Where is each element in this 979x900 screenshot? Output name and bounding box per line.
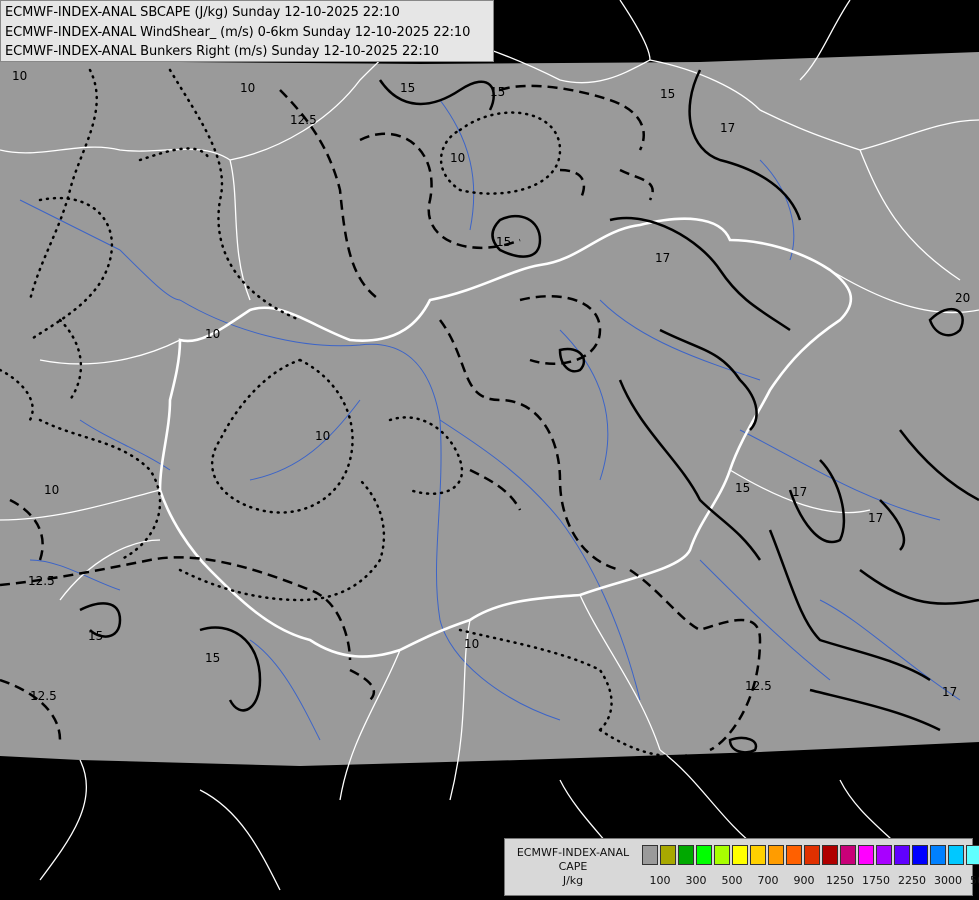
contour-label: 17 xyxy=(942,685,957,699)
contour-label: 17 xyxy=(792,485,807,499)
contour-label: 10 xyxy=(240,81,255,95)
legend-swatch xyxy=(912,845,928,865)
legend-title: ECMWF-INDEX-ANAL xyxy=(516,846,630,859)
contour-label: 17 xyxy=(720,121,735,135)
title-line-bunkers: ECMWF-INDEX-ANAL Bunkers Right (m/s) Sun… xyxy=(5,44,439,59)
contour-label: 10 xyxy=(12,69,27,83)
legend-swatch xyxy=(768,845,784,865)
legend-tick-label: 900 xyxy=(793,874,815,887)
model-domain xyxy=(0,52,979,766)
legend-swatch xyxy=(966,845,979,865)
legend-tick-label: 1750 xyxy=(862,874,890,887)
contour-label: 12.5 xyxy=(745,679,772,693)
legend-label: ECMWF-INDEX-ANAL CAPE J/kg xyxy=(509,846,637,888)
contour-label: 17 xyxy=(655,251,670,265)
legend-swatch xyxy=(948,845,964,865)
legend-swatch xyxy=(642,845,658,865)
contour-label: 15 xyxy=(496,235,511,249)
title-line-windshear: ECMWF-INDEX-ANAL WindShear_ (m/s) 0-6km … xyxy=(5,24,471,40)
legend-tick-label: 2250 xyxy=(898,874,926,887)
legend-tick-label: 700 xyxy=(757,874,779,887)
contour-label: 10 xyxy=(464,637,479,651)
legend-swatch xyxy=(786,845,802,865)
legend-tick-label: 300 xyxy=(685,874,707,887)
weather-map: 10 10 12.5 15 15 15 17 10 15 17 20 10 10… xyxy=(0,0,979,900)
contour-label: 17 xyxy=(868,511,883,525)
contour-label: 15 xyxy=(88,629,103,643)
legend-swatch xyxy=(714,845,730,865)
legend-swatch xyxy=(930,845,946,865)
legend-swatch xyxy=(732,845,748,865)
legend-swatch xyxy=(696,845,712,865)
legend-tick-label: 5000 xyxy=(970,874,979,887)
contour-label: 12.5 xyxy=(28,574,55,588)
legend-swatch xyxy=(750,845,766,865)
legend-swatch xyxy=(876,845,892,865)
contour-label: 15 xyxy=(205,651,220,665)
title-line-sbcape: ECMWF-INDEX-ANAL SBCAPE (J/kg) Sunday 12… xyxy=(5,5,400,20)
title-box: ECMWF-INDEX-ANAL SBCAPE (J/kg) Sunday 12… xyxy=(0,0,494,62)
legend-tick-label: 500 xyxy=(721,874,743,887)
cape-legend: ECMWF-INDEX-ANAL CAPE J/kg 100 300 500 700 9… xyxy=(504,838,979,896)
legend-swatch xyxy=(804,845,820,865)
contour-label: 12.5 xyxy=(30,689,57,703)
legend-swatch xyxy=(678,845,694,865)
legend-swatches xyxy=(642,845,979,865)
legend-tick-label: 3000 xyxy=(934,874,962,887)
contour-label: 15 xyxy=(660,87,675,101)
legend-swatch xyxy=(840,845,856,865)
legend-unit: J/kg xyxy=(562,874,584,887)
legend-swatch xyxy=(894,845,910,865)
legend-ticks: 100 300 500 700 900 1250 1750 2250 3000 5000 xyxy=(642,874,979,890)
contour-label: 10 xyxy=(205,327,220,341)
contour-label: 10 xyxy=(44,483,59,497)
legend-variable: CAPE xyxy=(558,860,588,873)
contour-label: 10 xyxy=(315,429,330,443)
contour-label: 15 xyxy=(400,81,415,95)
contour-label: 15 xyxy=(490,85,505,99)
contour-label: 15 xyxy=(735,481,750,495)
legend-swatch xyxy=(660,845,676,865)
legend-tick-label: 100 xyxy=(649,874,671,887)
legend-swatch xyxy=(858,845,874,865)
contour-label: 12.5 xyxy=(290,113,317,127)
contour-label: 20 xyxy=(955,291,970,305)
legend-swatch xyxy=(822,845,838,865)
contour-label: 10 xyxy=(450,151,465,165)
legend-tick-label: 1250 xyxy=(826,874,854,887)
